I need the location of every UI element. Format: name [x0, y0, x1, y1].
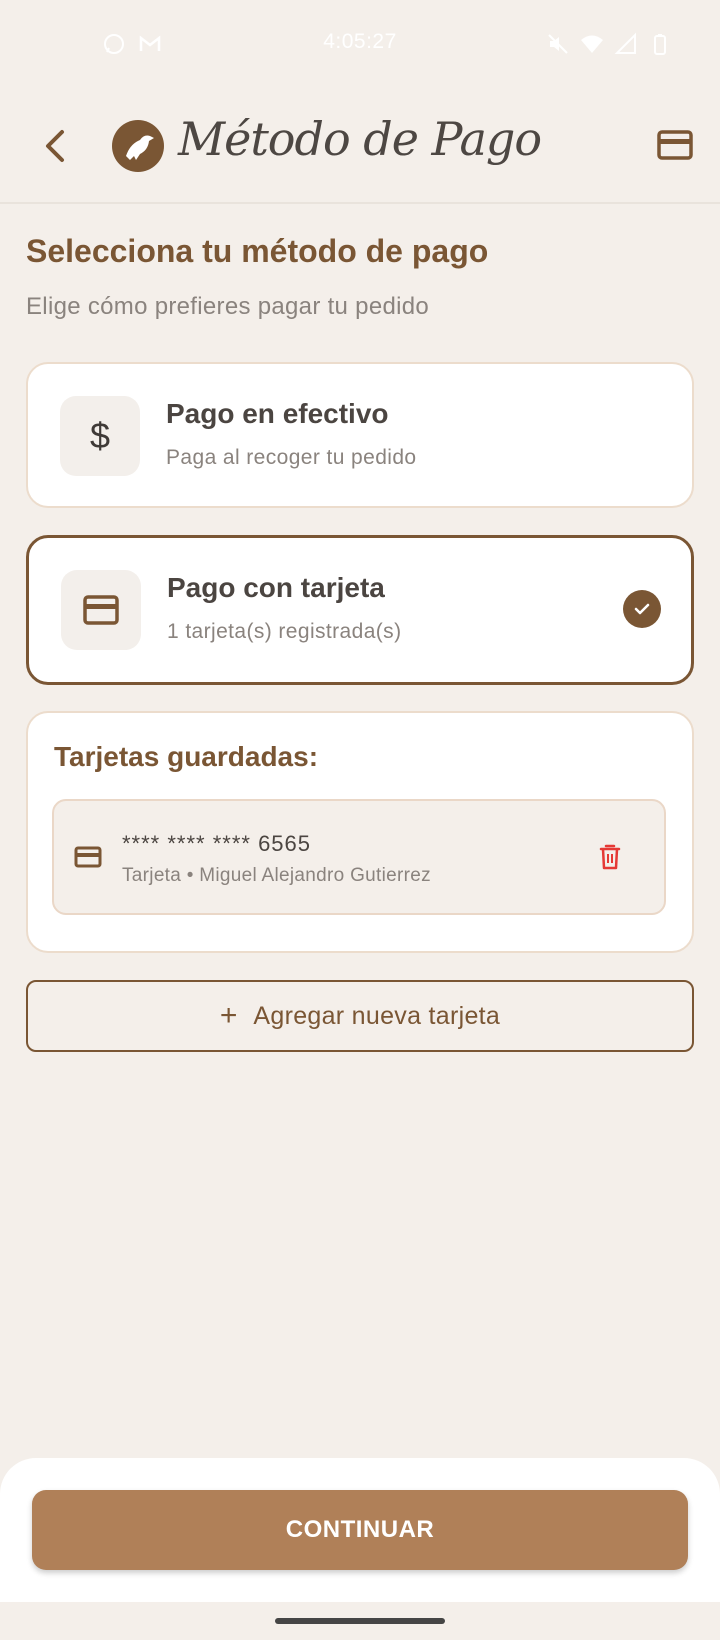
bird-logo	[112, 120, 164, 172]
wifi-icon	[581, 35, 603, 53]
payment-option-card[interactable]: Pago con tarjeta 1 tarjeta(s) registrada…	[26, 535, 694, 685]
plus-icon: +	[219, 999, 238, 1032]
section-heading: Selecciona tu método de pago	[26, 233, 489, 269]
continue-button[interactable]: CONTINUAR	[32, 1490, 688, 1570]
mute-icon	[548, 34, 568, 54]
battery-icon	[654, 34, 666, 55]
add-card-button[interactable]: + Agregar nueva tarjeta	[26, 980, 694, 1052]
add-card-label: Agregar nueva tarjeta	[253, 1001, 501, 1030]
check-icon	[623, 590, 661, 628]
option-title: Pago en efectivo	[166, 398, 389, 429]
home-handle[interactable]	[275, 1618, 445, 1624]
saved-cards-panel: Tarjetas guardadas: **** **** **** 6565 …	[26, 711, 694, 953]
card-number: **** **** **** 6565	[122, 831, 312, 856]
section-subtitle: Elige cómo prefieres pagar tu pedido	[26, 293, 430, 320]
payment-option-cash[interactable]: $ Pago en efectivo Paga al recoger tu pe…	[26, 362, 694, 508]
saved-card-item[interactable]: **** **** **** 6565 Tarjeta • Miguel Ale…	[52, 799, 666, 915]
dollar-icon: $	[60, 396, 140, 476]
delete-icon[interactable]	[598, 843, 622, 871]
system-icons	[546, 32, 672, 56]
app-bar: Método de Pago	[0, 90, 720, 204]
credit-card-icon	[74, 846, 102, 868]
option-title: Pago con tarjeta	[167, 572, 385, 603]
option-description: Paga al recoger tu pedido	[166, 446, 417, 469]
credit-card-icon	[61, 570, 141, 650]
bird-icon	[126, 135, 154, 160]
option-description: 1 tarjeta(s) registrada(s)	[167, 620, 402, 643]
page-title: Método de Pago	[178, 112, 542, 166]
card-meta: Tarjeta • Miguel Alejandro Gutierrez	[122, 865, 431, 886]
credit-card-icon[interactable]	[656, 128, 694, 162]
gesture-nav-bar	[0, 1602, 720, 1640]
saved-cards-title: Tarjetas guardadas:	[54, 741, 319, 772]
status-bar: 4:05:27	[0, 0, 720, 88]
bottom-bar: CONTINUAR	[0, 1458, 720, 1602]
back-arrow-icon[interactable]	[36, 124, 76, 168]
signal-icon	[614, 32, 636, 54]
